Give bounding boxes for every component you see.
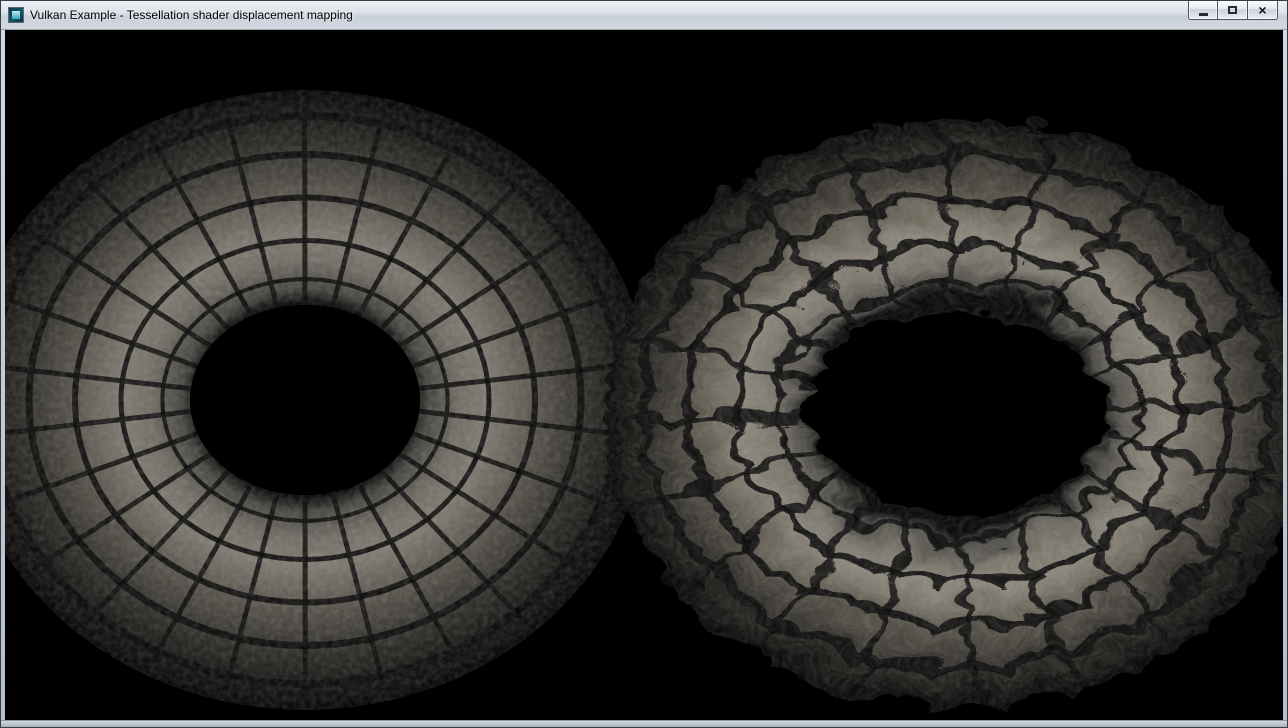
maximize-icon [1228,6,1237,14]
frame-bottom [1,720,1287,727]
render-viewport[interactable] [5,30,1283,720]
scene-canvas [5,30,1283,720]
minimize-button[interactable] [1188,1,1218,20]
titlebar[interactable]: Vulkan Example - Tessellation shader dis… [1,1,1287,30]
close-icon: × [1258,3,1266,17]
maximize-button[interactable] [1218,1,1248,20]
app-icon [8,7,24,23]
minimize-icon [1199,13,1208,16]
window-frame [1,30,1287,720]
close-button[interactable]: × [1248,1,1278,20]
window-controls: × [1188,1,1278,20]
frame-right [1283,30,1287,720]
window-title: Vulkan Example - Tessellation shader dis… [30,1,353,30]
torus-right [595,110,1283,700]
torus-left [5,90,650,710]
app-window: Vulkan Example - Tessellation shader dis… [0,0,1288,728]
